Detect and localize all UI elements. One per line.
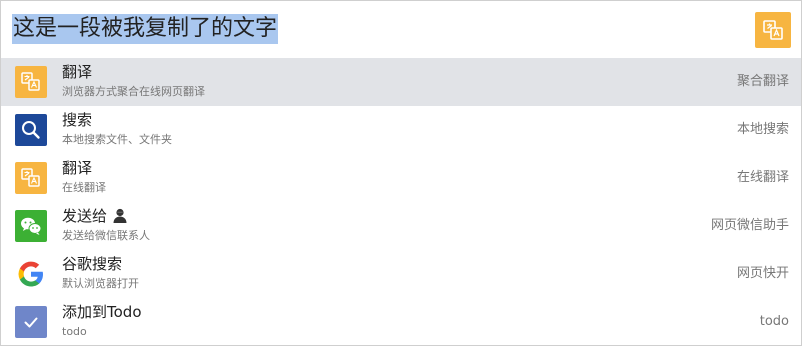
result-title: 翻译 xyxy=(62,159,93,177)
result-item-online-translate[interactable]: 翻译 在线翻译 在线翻译 xyxy=(1,154,801,202)
result-item-google-search[interactable]: 谷歌搜索 默认浏览器打开 网页快开 xyxy=(1,250,801,298)
result-subtitle: 浏览器方式聚合在线网页翻译 xyxy=(62,85,205,98)
search-icon xyxy=(15,114,47,146)
result-source: 在线翻译 xyxy=(736,170,789,185)
wechat-icon xyxy=(15,210,47,242)
translate-icon xyxy=(15,66,47,98)
result-source: todo xyxy=(759,314,789,329)
result-title: 发送给 xyxy=(62,206,128,226)
result-subtitle: 本地搜索文件、文件夹 xyxy=(62,133,172,146)
result-item-send-wechat[interactable]: 发送给 发送给微信联系人 网页微信助手 xyxy=(1,202,801,250)
result-subtitle: todo xyxy=(62,325,87,338)
google-icon xyxy=(15,258,47,290)
result-item-add-todo[interactable]: 添加到Todo todo todo xyxy=(1,298,801,345)
result-subtitle: 在线翻译 xyxy=(62,181,106,194)
result-source: 本地搜索 xyxy=(736,122,789,137)
result-subtitle: 默认浏览器打开 xyxy=(62,277,139,290)
result-item-local-search[interactable]: 搜索 本地搜索文件、文件夹 本地搜索 xyxy=(1,106,801,154)
result-source: 网页快开 xyxy=(736,266,789,281)
result-title: 翻译 xyxy=(62,63,93,81)
launcher-window: 这是一段被我复制了的文字 翻译 浏览器方式聚合在线网页翻译 聚合翻译 搜索 本地… xyxy=(0,0,802,346)
result-item-translate-aggregate[interactable]: 翻译 浏览器方式聚合在线网页翻译 聚合翻译 xyxy=(1,58,801,106)
result-title-text: 发送给 xyxy=(62,207,108,225)
result-subtitle: 发送给微信联系人 xyxy=(62,229,150,242)
contact-avatar-icon xyxy=(112,207,128,223)
result-list: 翻译 浏览器方式聚合在线网页翻译 聚合翻译 搜索 本地搜索文件、文件夹 本地搜索 xyxy=(1,58,801,345)
result-title: 搜索 xyxy=(62,111,93,129)
result-title: 谷歌搜索 xyxy=(62,255,123,273)
todo-icon xyxy=(15,306,47,338)
result-title: 添加到Todo xyxy=(62,303,142,321)
result-source: 网页微信助手 xyxy=(710,218,789,233)
translate-icon xyxy=(763,20,783,40)
search-bar[interactable]: 这是一段被我复制了的文字 xyxy=(1,1,801,58)
search-query-text[interactable]: 这是一段被我复制了的文字 xyxy=(12,14,279,44)
result-source: 聚合翻译 xyxy=(736,74,789,89)
translate-action-button[interactable] xyxy=(755,12,791,48)
translate-icon xyxy=(15,162,47,194)
